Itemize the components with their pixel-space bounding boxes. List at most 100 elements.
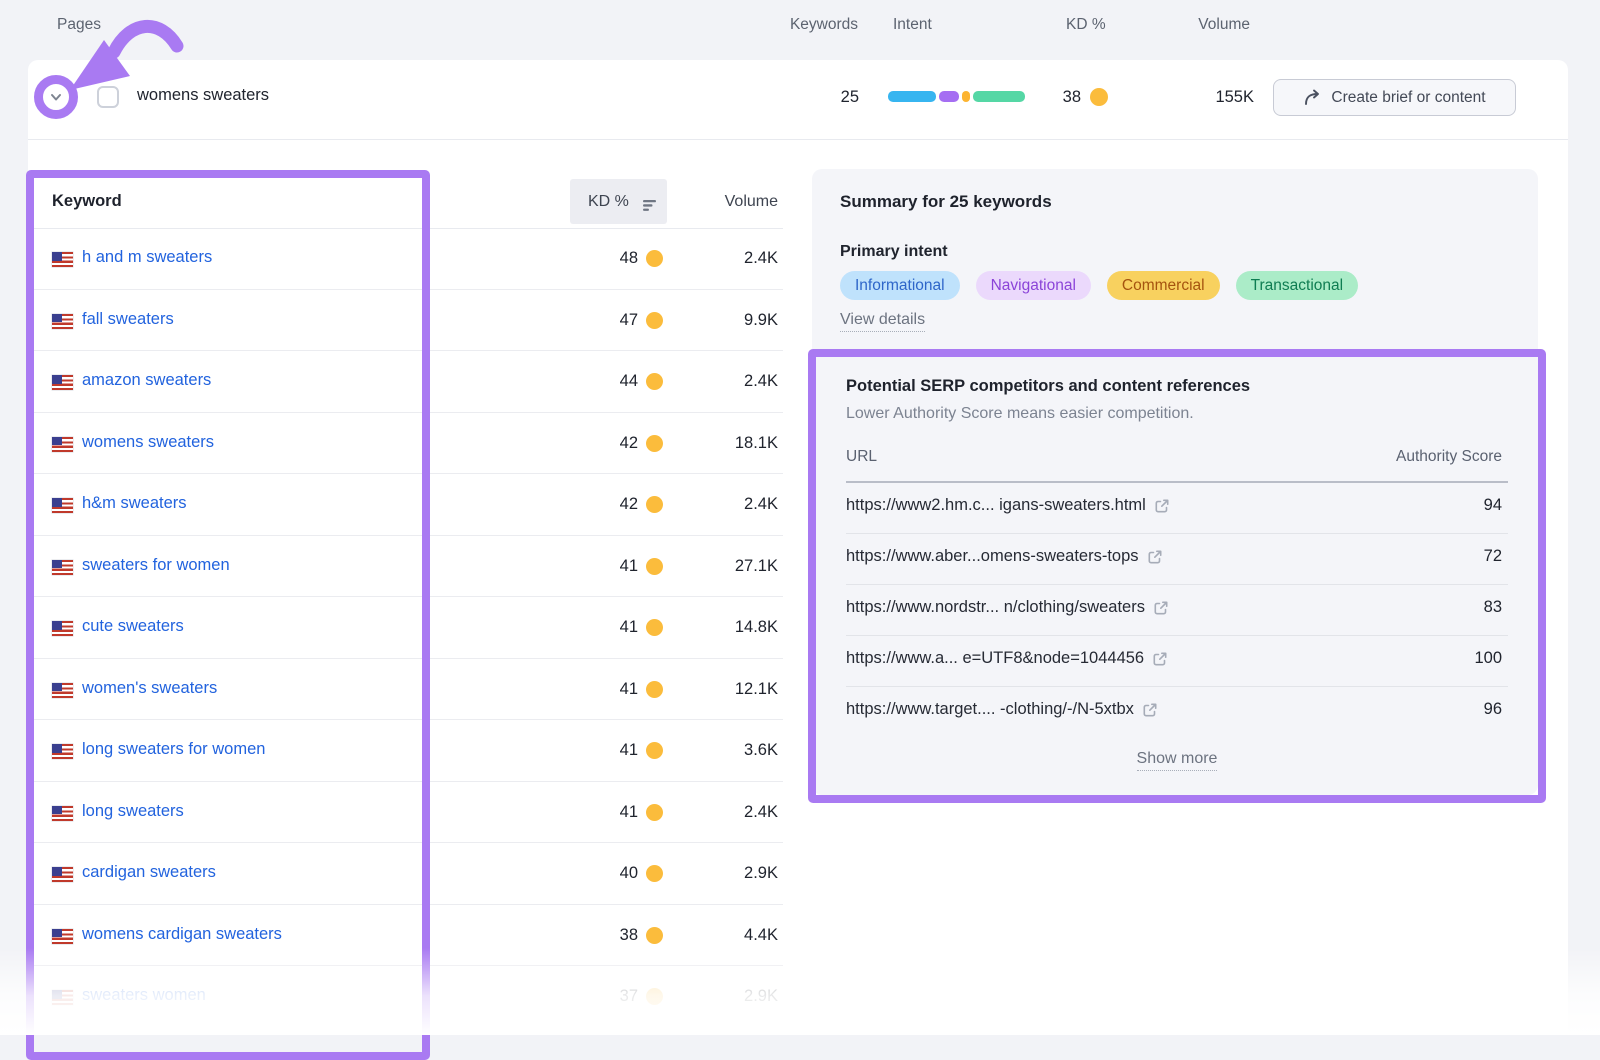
keyword-table-row: sweaters for women 41 27.1K [30,536,783,598]
summary-title: Summary for 25 keywords [840,192,1052,212]
keyword-kd-value: 42 [560,434,638,453]
kd-difficulty-dot [646,435,663,452]
intent-badge-navigational: Navigational [976,271,1091,300]
serp-authority-score: 96 [1382,700,1502,719]
serp-url-text: https://www2.hm.c... igans-sweaters.html [846,496,1146,515]
us-flag-icon [52,990,73,1005]
kd-difficulty-dot [646,681,663,698]
primary-intent-label: Primary intent [840,243,948,261]
us-flag-icon [52,867,73,882]
keyword-link[interactable]: cute sweaters [82,617,184,636]
keyword-table-row: cute sweaters 41 14.8K [30,597,783,659]
keyword-volume-value: 14.8K [688,618,778,637]
external-link-icon[interactable] [1142,702,1158,718]
external-link-icon[interactable] [1147,549,1163,565]
serp-authority-score: 94 [1382,496,1502,515]
serp-url: https://www.target.... -clothing/-/N-5xt… [846,700,1158,719]
kd-difficulty-dot [646,496,663,513]
serp-section-title: Potential SERP competitors and content r… [846,377,1250,396]
serp-authority-score: 83 [1382,598,1502,617]
page-row-checkbox[interactable] [97,86,119,108]
serp-url-text: https://www.nordstr... n/clothing/sweate… [846,598,1145,617]
us-flag-icon [52,929,73,944]
sort-descending-icon[interactable] [642,199,662,212]
keyword-kd-value: 41 [560,741,638,760]
keyword-table-row: women's sweaters 41 12.1K [30,659,783,721]
keyword-kd-value: 41 [560,618,638,637]
keyword-kd-value: 47 [560,311,638,330]
us-flag-icon [52,683,73,698]
kd-table-header[interactable]: KD % [588,193,629,211]
intent-segment-navigational [939,91,959,102]
keyword-link[interactable]: fall sweaters [82,310,174,329]
serp-authority-score: 72 [1382,547,1502,566]
view-details-link[interactable]: View details [840,311,925,332]
keyword-volume-value: 2.9K [688,864,778,883]
intent-badges: Informational Navigational Commercial Trans… [840,271,1358,300]
us-flag-icon [52,314,73,329]
us-flag-icon [52,375,73,390]
serp-url: https://www.aber...omens-sweaters-tops [846,547,1163,566]
create-brief-button[interactable]: Create brief or content [1273,79,1516,116]
keyword-link[interactable]: sweaters women [82,986,206,1005]
external-link-icon[interactable] [1152,651,1168,667]
keyword-kd-value: 38 [560,926,638,945]
keyword-link[interactable]: cardigan sweaters [82,863,216,882]
intent-badge-transactional: Transactional [1236,271,1358,300]
intent-segment-informational [888,91,936,102]
keyword-link[interactable]: h&m sweaters [82,494,187,513]
kd-difficulty-dot [646,988,663,1005]
keyword-table-body: h and m sweaters 48 2.4K fall sweaters 4… [30,228,783,1028]
keyword-kd-value: 40 [560,864,638,883]
keyword-table-row: h&m sweaters 42 2.4K [30,474,783,536]
kd-column-label: KD % [1066,16,1106,34]
keyword-volume-value: 2.4K [688,249,778,268]
kd-difficulty-dot [646,250,663,267]
serp-section-subtitle: Lower Authority Score means easier compe… [846,405,1194,423]
keyword-table-row: h and m sweaters 48 2.4K [30,228,783,290]
serp-table-row: https://www2.hm.c... igans-sweaters.html… [846,483,1508,534]
show-more-wrap: Show more [846,750,1508,771]
external-link-icon[interactable] [1154,498,1170,514]
keyword-link[interactable]: women's sweaters [82,679,217,698]
intent-column-label: Intent [893,16,932,34]
intent-badge-commercial: Commercial [1107,271,1220,300]
keyword-volume-value: 27.1K [688,557,778,576]
kd-difficulty-dot [646,619,663,636]
keyword-link[interactable]: amazon sweaters [82,371,211,390]
header-row-divider [28,139,1568,140]
serp-table-row: https://www.a... e=UTF8&node=1044456 100 [846,636,1508,687]
show-more-link[interactable]: Show more [1137,750,1218,771]
expand-row-button[interactable] [34,75,78,119]
kd-difficulty-dot [646,312,663,329]
keyword-link[interactable]: womens sweaters [82,433,214,452]
keyword-link[interactable]: sweaters for women [82,556,230,575]
keyword-kd-value: 48 [560,249,638,268]
volume-column-label: Volume [1170,16,1250,34]
keyword-link[interactable]: long sweaters for women [82,740,265,759]
chevron-down-icon [48,89,64,105]
intent-distribution-bar [888,91,1025,102]
keyword-volume-value: 2.9K [688,987,778,1006]
keyword-table-row: sweaters women 37 2.9K [30,966,783,1028]
keyword-link[interactable]: h and m sweaters [82,248,212,267]
kd-difficulty-dot [646,865,663,882]
volume-table-header[interactable]: Volume [688,193,778,211]
intent-badge-informational: Informational [840,271,960,300]
keyword-table-header[interactable]: Keyword [52,192,122,211]
keyword-kd-value: 37 [560,987,638,1006]
kd-difficulty-dot [646,373,663,390]
page-volume-value: 155K [1176,88,1254,107]
keyword-volume-value: 2.4K [688,495,778,514]
keyword-table-row: fall sweaters 47 9.9K [30,290,783,352]
external-link-icon[interactable] [1153,600,1169,616]
keyword-link[interactable]: womens cardigan sweaters [82,925,282,944]
keyword-link[interactable]: long sweaters [82,802,184,821]
kd-difficulty-dot [646,804,663,821]
us-flag-icon [52,560,73,575]
us-flag-icon [52,806,73,821]
keywords-column-label: Keywords [760,16,858,34]
kd-difficulty-dot [646,558,663,575]
kd-difficulty-dot [646,742,663,759]
us-flag-icon [52,621,73,636]
